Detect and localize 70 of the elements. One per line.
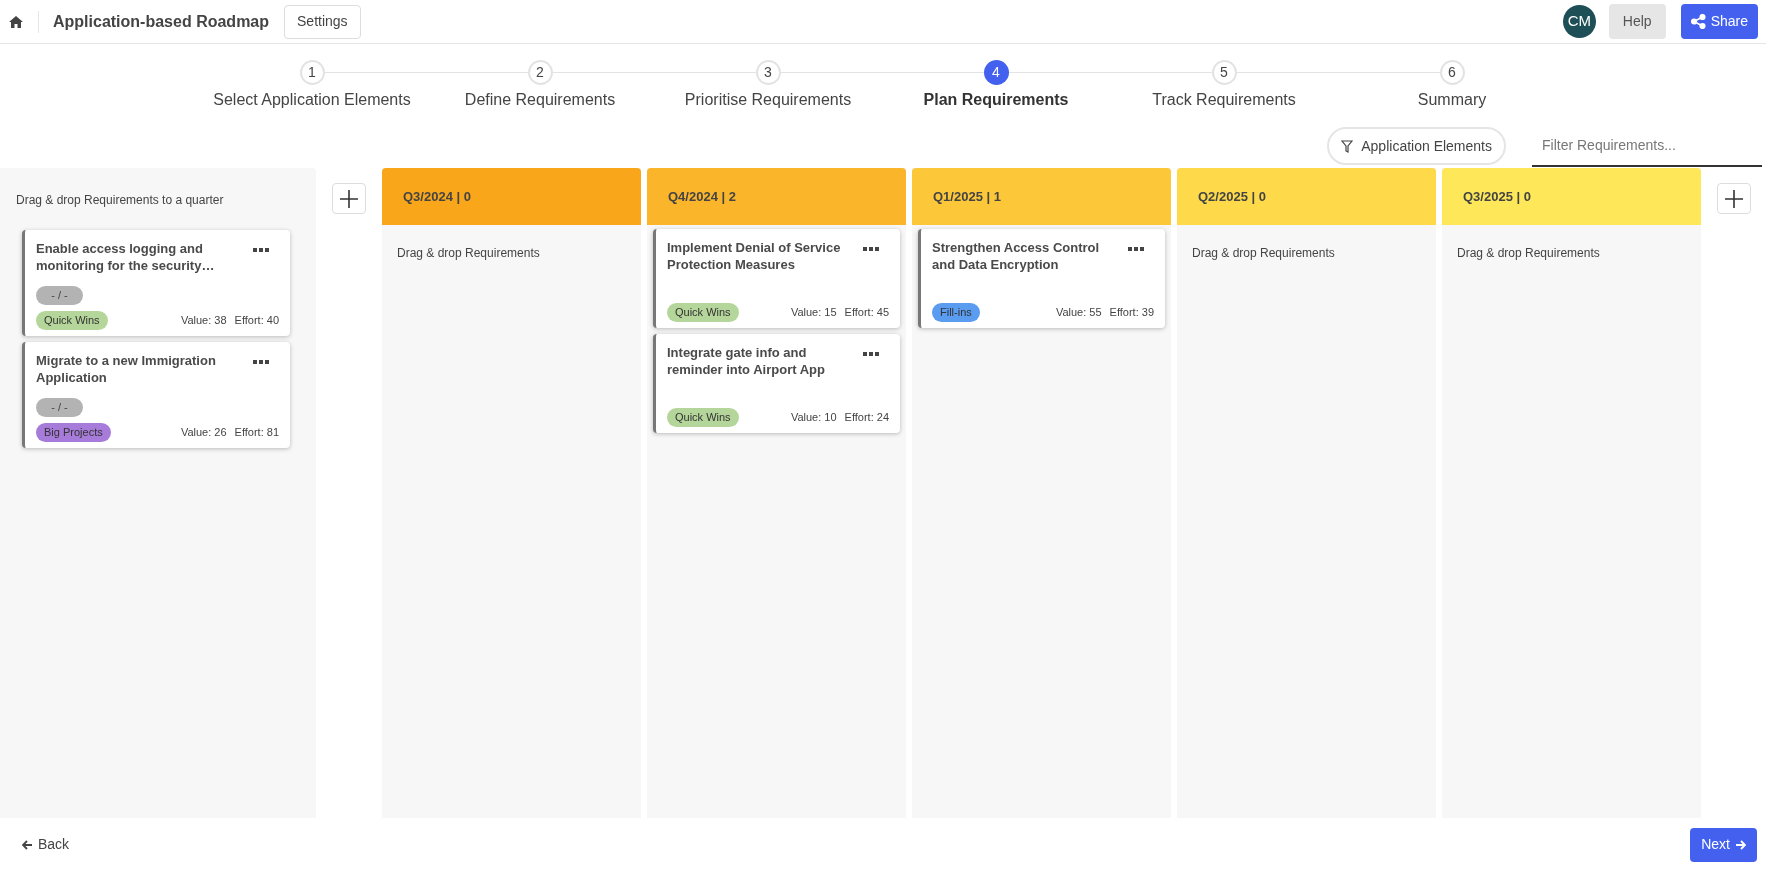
user-avatar[interactable]: CM bbox=[1562, 5, 1596, 38]
drop-hint: Drag & drop Requirements bbox=[397, 245, 541, 262]
more-icon[interactable] bbox=[253, 360, 269, 364]
requirement-card[interactable]: Migrate to a new Immigration Application - / - Big Projects Value: 26 Effort: 81 bbox=[22, 342, 290, 448]
effort-score: Effort: 24 bbox=[844, 410, 889, 426]
status-pill: - / - bbox=[36, 286, 83, 305]
add-quarter-button[interactable] bbox=[332, 183, 366, 214]
plus-icon bbox=[339, 188, 359, 209]
share-button[interactable]: Share bbox=[1680, 4, 1758, 39]
more-icon[interactable] bbox=[1128, 247, 1144, 251]
requirement-card[interactable]: Strengthen Access Control and Data Encryption Fill-ins Value: 55 Effort: 39 bbox=[918, 229, 1165, 328]
share-icon bbox=[1690, 14, 1706, 29]
more-icon[interactable] bbox=[863, 352, 879, 356]
page-title: Application-based Roadmap bbox=[53, 11, 270, 32]
card-title: Enable access logging and monitoring for the security… bbox=[36, 240, 216, 274]
more-icon[interactable] bbox=[253, 248, 269, 252]
category-tag: Quick Wins bbox=[36, 311, 108, 330]
filter-chip[interactable]: Application Elements bbox=[1327, 127, 1506, 165]
step-label[interactable]: Track Requirements bbox=[1152, 88, 1296, 112]
home-icon[interactable] bbox=[8, 14, 24, 29]
card-title: Strengthen Access Control and Data Encryption bbox=[932, 239, 1101, 273]
settings-button[interactable]: Settings bbox=[284, 4, 361, 39]
drop-hint: Drag & drop Requirements bbox=[1457, 245, 1601, 262]
arrow-left-icon bbox=[22, 839, 33, 850]
card-title: Migrate to a new Immigration Application bbox=[36, 352, 217, 386]
next-button[interactable]: Next bbox=[1690, 827, 1757, 862]
step-label[interactable]: Plan Requirements bbox=[923, 88, 1069, 112]
status-pill: - / - bbox=[36, 398, 83, 417]
step-label[interactable]: Select Application Elements bbox=[213, 88, 411, 112]
value-score: Value: 38 bbox=[180, 313, 227, 329]
step-label[interactable]: Summary bbox=[1417, 88, 1487, 112]
value-score: Value: 26 bbox=[180, 425, 227, 441]
requirement-card[interactable]: Integrate gate info and reminder into Airport App Quick Wins Value: 10 Effort: 24 bbox=[653, 334, 900, 433]
help-button[interactable]: Help bbox=[1608, 4, 1666, 39]
quarter-header: Q3/2025 | 0 bbox=[1442, 168, 1701, 225]
category-tag: Quick Wins bbox=[667, 408, 739, 427]
category-tag: Quick Wins bbox=[667, 303, 739, 322]
effort-score: Effort: 39 bbox=[1109, 305, 1154, 321]
step-number[interactable]: 2 bbox=[527, 60, 553, 85]
category-tag: Big Projects bbox=[36, 423, 111, 442]
step-label[interactable]: Define Requirements bbox=[464, 88, 616, 112]
quarter-header: Q4/2024 | 2 bbox=[647, 168, 906, 225]
arrow-right-icon bbox=[1735, 839, 1746, 850]
quarter-header: Q1/2025 | 1 bbox=[912, 168, 1171, 225]
quarter-header: Q3/2024 | 0 bbox=[382, 168, 641, 225]
step-number[interactable]: 1 bbox=[299, 60, 325, 85]
filter-icon bbox=[1341, 139, 1354, 153]
add-quarter-button[interactable] bbox=[1716, 183, 1751, 214]
effort-score: Effort: 40 bbox=[234, 313, 279, 329]
value-score: Value: 55 bbox=[1055, 305, 1102, 321]
effort-score: Effort: 45 bbox=[844, 305, 889, 321]
quarter-header: Q2/2025 | 0 bbox=[1177, 168, 1436, 225]
effort-score: Effort: 81 bbox=[234, 425, 279, 441]
card-title: Implement Denial of Service Protection Measures bbox=[667, 239, 842, 273]
backlog-hint: Drag & drop Requirements to a quarter bbox=[16, 192, 225, 209]
more-icon[interactable] bbox=[863, 247, 879, 251]
back-button[interactable]: Back bbox=[22, 834, 70, 855]
requirement-card[interactable]: Implement Denial of Service Protection Measures Quick Wins Value: 15 Effort: 45 bbox=[653, 229, 900, 328]
card-title: Integrate gate info and reminder into Airport App bbox=[667, 344, 826, 378]
step-number[interactable]: 4 bbox=[983, 60, 1009, 85]
step-number[interactable]: 5 bbox=[1211, 60, 1237, 85]
plus-icon bbox=[1723, 188, 1744, 209]
category-tag: Fill-ins bbox=[932, 303, 980, 322]
requirement-card[interactable]: Enable access logging and monitoring for the security… - / - Quick Wins Value: 38 Effort: 40 bbox=[22, 230, 290, 336]
value-score: Value: 10 bbox=[790, 410, 837, 426]
drop-hint: Drag & drop Requirements bbox=[1192, 245, 1336, 262]
value-score: Value: 15 bbox=[790, 305, 837, 321]
step-number[interactable]: 6 bbox=[1439, 60, 1465, 85]
step-number[interactable]: 3 bbox=[755, 60, 781, 85]
step-label[interactable]: Prioritise Requirements bbox=[684, 88, 852, 112]
